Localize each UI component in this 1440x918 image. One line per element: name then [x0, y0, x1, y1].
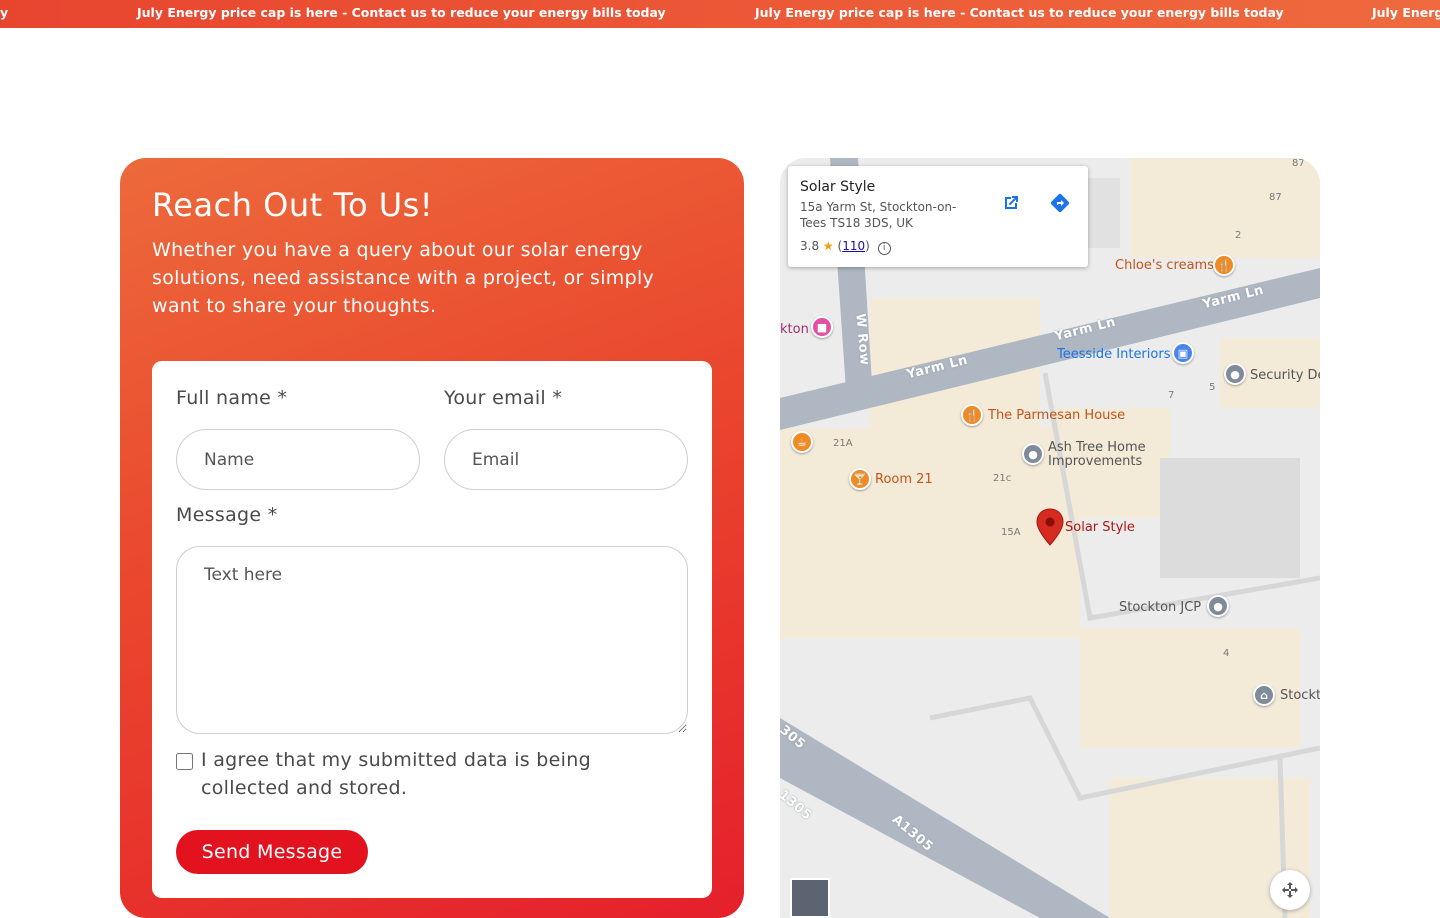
star-icon: ★ [822, 239, 834, 253]
bank-icon[interactable]: ⌂ [1253, 684, 1275, 706]
announcement-ticker: y July Energy price cap is here - Contac… [0, 0, 1440, 28]
google-map[interactable]: Yarm Ln Yarm Ln Yarm Ln W Row A1305 305 … [780, 158, 1320, 918]
ticker-text-partial: y [0, 5, 9, 20]
poi-label-stockton[interactable]: Stockt [1280, 688, 1320, 703]
poi-label-room-21[interactable]: Room 21 [875, 472, 933, 487]
rating-value: 3.8 [800, 239, 820, 253]
restaurant-icon[interactable]: 🍴 [1213, 254, 1235, 276]
location-pin-icon[interactable] [1036, 508, 1064, 546]
place-address: 15a Yarm St, Stockton-on-Tees TS18 3DS, … [800, 200, 957, 230]
ticker-text-partial[interactable]: July Energy [1372, 5, 1440, 20]
fullscreen-icon[interactable] [1270, 870, 1310, 910]
poi-label-teesside-interiors[interactable]: Teesside Interiors [1057, 347, 1170, 362]
place-marker-icon[interactable]: ● [1224, 363, 1246, 385]
place-rating: 3.8 ★ (110) i [800, 239, 891, 255]
info-icon[interactable]: i [877, 242, 891, 255]
contact-card: Reach Out To Us! Whether you have a quer… [120, 158, 744, 918]
house-number: 21A [833, 438, 853, 449]
place-marker-icon[interactable]: ● [1207, 595, 1229, 617]
poi-label-stockton-jcp[interactable]: Stockton JCP [1119, 600, 1201, 615]
poi-label-parmesan-house[interactable]: The Parmesan House [988, 408, 1125, 423]
consent-label[interactable]: I agree that my submitted data is being … [201, 746, 661, 802]
house-number: 4 [1223, 648, 1230, 659]
house-number: 21c [993, 473, 1012, 484]
poi-label-security[interactable]: Security De [1250, 368, 1320, 383]
open-in-new-icon[interactable] [994, 186, 1028, 220]
full-name-input[interactable] [176, 429, 420, 490]
place-marker-icon[interactable]: ● [1022, 443, 1044, 465]
house-number: 7 [1168, 390, 1175, 401]
house-number: 2 [1235, 230, 1242, 241]
reviews-link[interactable]: 110 [842, 239, 865, 253]
place-info-card: Solar Style 15a Yarm St, Stockton-on-Tee… [788, 166, 1088, 267]
ticker-text[interactable]: July Energy price cap is here - Contact … [755, 5, 1284, 20]
message-textarea[interactable] [176, 546, 688, 734]
message-label: Message * [176, 504, 278, 526]
house-number: 87 [1269, 192, 1282, 203]
email-input[interactable] [444, 429, 688, 490]
restaurant-icon[interactable]: 🍴 [961, 404, 983, 426]
poi-label-solar-style[interactable]: Solar Style [1065, 520, 1135, 535]
poi-label-hotel[interactable]: kton [780, 322, 809, 337]
house-number: 87 [1292, 158, 1305, 169]
poi-label-chloes-creams[interactable]: Chloe's creams [1115, 258, 1214, 273]
contact-title: Reach Out To Us! [152, 186, 434, 224]
poi-label-ash-tree[interactable]: Ash Tree Home Improvements [1048, 441, 1158, 469]
full-name-label: Full name * [176, 387, 288, 409]
house-number: 5 [1209, 382, 1216, 393]
contact-form: Full name * Your email * Message * I agr… [152, 361, 712, 898]
house-number: 15A [1001, 527, 1021, 538]
email-label: Your email * [444, 387, 563, 409]
consent-checkbox[interactable] [176, 753, 193, 770]
send-message-button[interactable]: Send Message [176, 830, 368, 874]
shopping-icon[interactable]: ▣ [1172, 342, 1194, 364]
place-name: Solar Style [800, 179, 876, 195]
cafe-icon[interactable]: ☕ [791, 431, 813, 453]
ticker-text[interactable]: July Energy price cap is here - Contact … [137, 5, 666, 20]
contact-intro: Whether you have a query about our solar… [152, 239, 655, 317]
hotel-icon[interactable]: ■ [811, 316, 833, 338]
directions-icon[interactable] [1043, 186, 1077, 220]
satellite-toggle[interactable] [790, 878, 830, 918]
bar-icon[interactable]: 🍸 [849, 468, 871, 490]
